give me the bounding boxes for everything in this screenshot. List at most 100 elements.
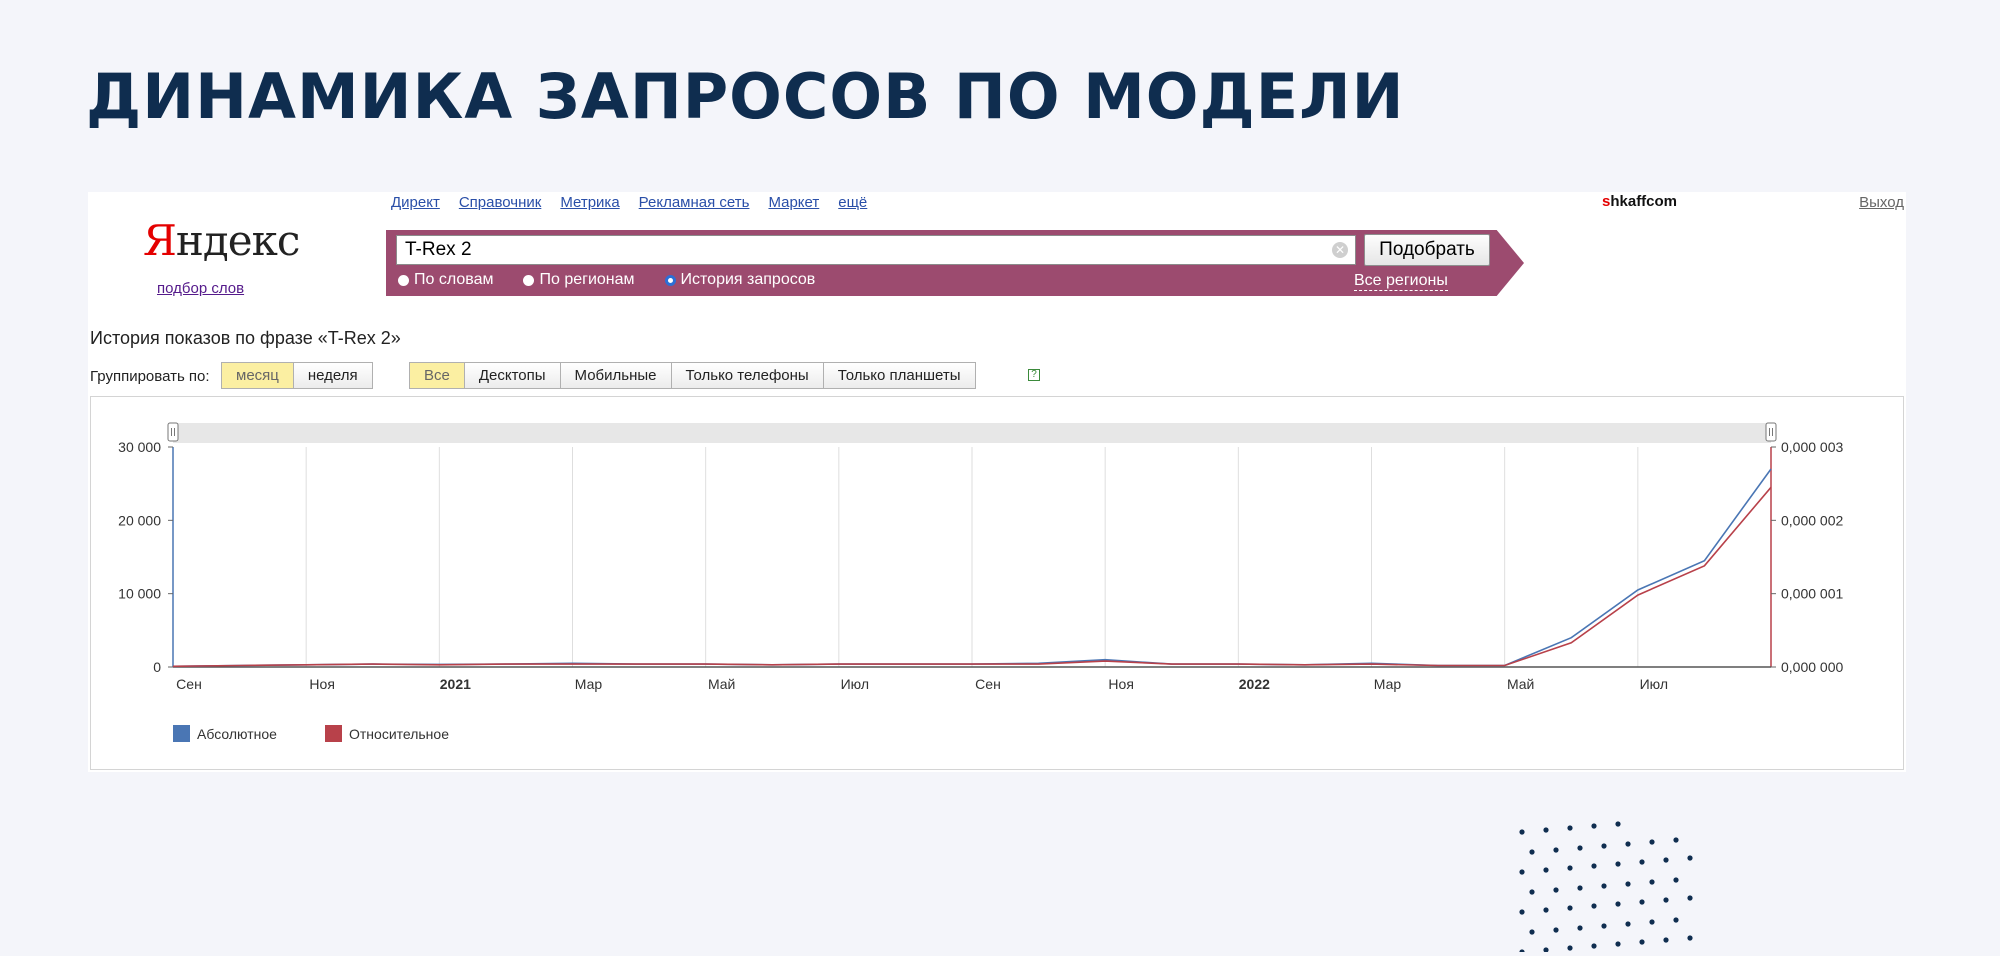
service-link-more[interactable]: ещё [838, 194, 867, 211]
decorative-dot [1519, 829, 1525, 835]
device-desktop-button[interactable]: Десктопы [463, 362, 561, 389]
decorative-dot [1639, 899, 1645, 905]
decorative-dot [1673, 837, 1679, 843]
x-tick-label: Ноя [309, 676, 334, 692]
legend-swatch [173, 725, 190, 742]
y-left-tick-label: 0 [153, 659, 161, 675]
x-tick-label: Мар [1374, 676, 1402, 692]
user-name[interactable]: shkaffcom [1602, 193, 1677, 210]
device-tablets-button[interactable]: Только планшеты [822, 362, 976, 389]
help-icon[interactable]: ? [1028, 369, 1040, 381]
y-left-tick-label: 30 000 [118, 439, 161, 455]
search-bar: ✕ Подобрать По словам По регионам Истори… [386, 230, 1524, 296]
y-right-tick-label: 0,000 002 [1781, 512, 1843, 528]
x-tick-label: Июл [1640, 676, 1668, 692]
group-by-toggle: месяц неделя [221, 362, 373, 389]
decorative-dot [1601, 923, 1607, 929]
decorative-dot [1567, 865, 1573, 871]
x-tick-label: Май [708, 676, 735, 692]
x-tick-label: Ноя [1108, 676, 1133, 692]
search-mode-radios: По словам По регионам История запросов [398, 271, 815, 289]
logo-subtitle-link[interactable]: подбор слов [157, 280, 244, 297]
group-month-button[interactable]: месяц [221, 362, 294, 389]
decorative-dot [1615, 861, 1621, 867]
decorative-dot [1615, 901, 1621, 907]
chart-panel: 0 10 000 20 000 30 000 0,000 000 0,000 001 0,0… [90, 396, 1904, 770]
range-navigator [173, 423, 1771, 443]
y-left-tick-label: 10 000 [118, 586, 161, 602]
legend-label: Относительное [349, 726, 449, 742]
regions-link[interactable]: Все регионы [1354, 272, 1448, 291]
y-right-tick-label: 0,000 001 [1781, 586, 1843, 602]
radio-dot[interactable] [523, 274, 535, 286]
radio-dot-checked[interactable] [664, 274, 676, 286]
decorative-dot [1553, 847, 1559, 853]
x-tick-label: 2022 [1239, 676, 1270, 692]
decorative-dot [1553, 887, 1559, 893]
decorative-dot [1601, 843, 1607, 849]
decorative-dot [1577, 845, 1583, 851]
submit-button[interactable]: Подобрать [1364, 234, 1490, 266]
yandex-logo[interactable]: Яндекс [143, 216, 300, 265]
yandex-wordstat-screenshot: Яндекс подбор слов Директ Справочник Мет… [88, 192, 1906, 772]
decorative-dot [1615, 941, 1621, 947]
decorative-dot [1601, 883, 1607, 889]
decorative-dot [1673, 917, 1679, 923]
clear-icon[interactable]: ✕ [1332, 242, 1348, 258]
decorative-dot [1649, 839, 1655, 845]
decorative-dot [1625, 921, 1631, 927]
history-title: История показов по фразе «T-Rex 2» [90, 328, 401, 348]
decorative-dot [1591, 863, 1597, 869]
decorative-dot [1529, 929, 1535, 935]
decorative-dot [1663, 897, 1669, 903]
decorative-dot [1567, 825, 1573, 831]
decorative-dot [1577, 925, 1583, 931]
decorative-dot [1591, 943, 1597, 949]
search-input[interactable] [396, 235, 1356, 265]
decorative-dot [1543, 947, 1549, 952]
decorative-dot [1543, 867, 1549, 873]
decorative-dot [1615, 821, 1621, 827]
decorative-dot [1519, 869, 1525, 875]
decorative-dot [1577, 885, 1583, 891]
decorative-dot [1529, 849, 1535, 855]
x-tick-label: Май [1507, 676, 1534, 692]
decorative-dot [1687, 895, 1693, 901]
decorative-dot [1687, 935, 1693, 941]
x-tick-label: Мар [575, 676, 603, 692]
range-handle-right [1765, 422, 1777, 442]
history-line-chart: 0 10 000 20 000 30 000 0,000 000 0,000 001 0,0… [118, 422, 1843, 742]
device-mobile-button[interactable]: Мобильные [559, 362, 672, 389]
decorative-dot [1687, 855, 1693, 861]
device-all-button[interactable]: Все [409, 362, 465, 389]
radio-query-history[interactable]: История запросов [664, 271, 815, 289]
decorative-dot [1591, 823, 1597, 829]
decorative-dot [1591, 903, 1597, 909]
radio-dot[interactable] [398, 274, 409, 286]
decorative-dot [1673, 877, 1679, 883]
decorative-dot [1543, 907, 1549, 913]
decorative-dot [1529, 889, 1535, 895]
radio-by-words[interactable]: По словам [398, 271, 493, 289]
service-link-ad-network[interactable]: Рекламная сеть [639, 194, 750, 211]
decorative-dot [1639, 939, 1645, 945]
decorative-dot [1567, 905, 1573, 911]
decorative-dot [1543, 827, 1549, 833]
decorative-dot [1663, 857, 1669, 863]
decorative-dot [1519, 949, 1525, 952]
device-phones-button[interactable]: Только телефоны [670, 362, 824, 389]
decorative-dot [1553, 927, 1559, 933]
service-link-direct[interactable]: Директ [391, 194, 440, 211]
service-link-metrika[interactable]: Метрика [560, 194, 619, 211]
group-week-button[interactable]: неделя [292, 362, 373, 389]
x-tick-label: Сен [975, 676, 1001, 692]
services-nav: Директ Справочник Метрика Рекламная сеть… [391, 194, 867, 211]
service-link-directory[interactable]: Справочник [459, 194, 542, 211]
decorative-dot [1625, 881, 1631, 887]
service-link-market[interactable]: Маркет [768, 194, 819, 211]
logout-link[interactable]: Выход [1859, 194, 1904, 211]
radio-by-regions[interactable]: По регионам [523, 271, 635, 289]
decorative-dot [1625, 841, 1631, 847]
decorative-dot [1519, 909, 1525, 915]
y-right-tick-label: 0,000 000 [1781, 659, 1843, 675]
